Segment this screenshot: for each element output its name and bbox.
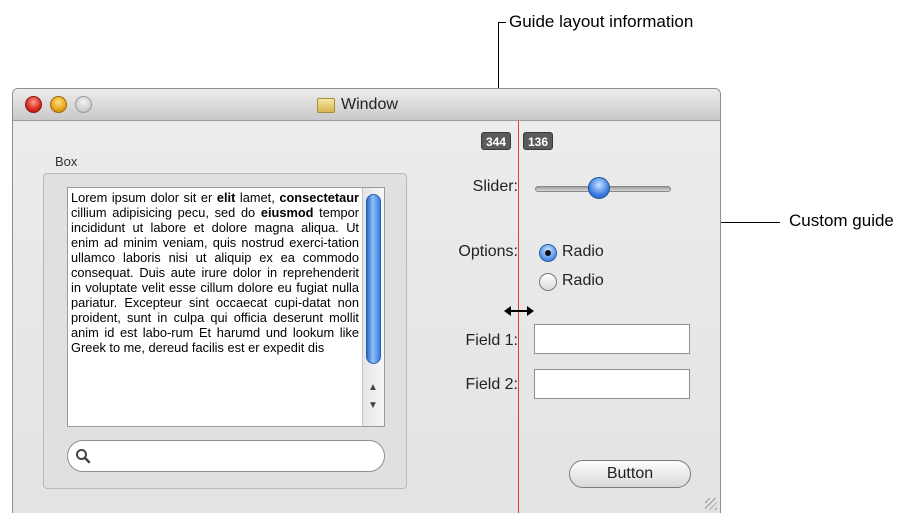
field1-label: Field 1:: [465, 332, 518, 349]
text-view-content: Lorem ipsum dolor sit er elit lamet, con…: [71, 190, 359, 355]
radio-label-2: Radio: [562, 272, 604, 289]
field1-input[interactable]: [534, 324, 690, 354]
window: Window 344 136 Box Lorem ipsum dolor sit…: [12, 88, 721, 513]
resize-grip[interactable]: [705, 498, 717, 510]
window-document-icon: [317, 97, 335, 113]
slider-knob[interactable]: [588, 177, 610, 199]
zoom-window-button[interactable]: [75, 96, 92, 113]
radio-button-2[interactable]: [539, 273, 557, 291]
push-button[interactable]: Button: [569, 460, 691, 488]
window-title: Window: [317, 95, 398, 115]
search-field[interactable]: [67, 440, 385, 472]
close-window-button[interactable]: [25, 96, 42, 113]
custom-guide-callout-label: Custom guide: [789, 211, 894, 230]
slider-label: Slider:: [472, 178, 518, 195]
search-input[interactable]: [96, 446, 376, 466]
scroll-up-icon[interactable]: ▲: [368, 382, 378, 393]
field2-label: Field 2:: [465, 376, 518, 393]
field2-input[interactable]: [534, 369, 690, 399]
box: Lorem ipsum dolor sit er elit lamet, con…: [43, 173, 407, 489]
window-content: 344 136 Box Lorem ipsum dolor sit er eli…: [13, 121, 720, 513]
title-bar: Window: [13, 89, 720, 121]
minimize-window-button[interactable]: [50, 96, 67, 113]
guide-badge-x: 344: [481, 132, 512, 150]
scroll-thumb[interactable]: [366, 194, 381, 364]
guide-badge-y: 136: [523, 132, 554, 150]
options-label: Options:: [458, 243, 518, 260]
scroll-down-icon[interactable]: ▼: [368, 400, 378, 411]
radio-label-1: Radio: [562, 243, 604, 260]
text-view[interactable]: Lorem ipsum dolor sit er elit lamet, con…: [67, 187, 385, 427]
window-title-text: Window: [341, 96, 398, 113]
double-arrow-icon: [504, 306, 534, 316]
vertical-scrollbar[interactable]: ▲ ▼: [362, 188, 384, 426]
box-title: Box: [55, 154, 78, 169]
guide-layout-callout-tick: [498, 22, 506, 23]
radio-button-1[interactable]: [539, 244, 557, 262]
guide-layout-callout-label: Guide layout information: [509, 12, 694, 31]
search-icon: [76, 449, 91, 464]
